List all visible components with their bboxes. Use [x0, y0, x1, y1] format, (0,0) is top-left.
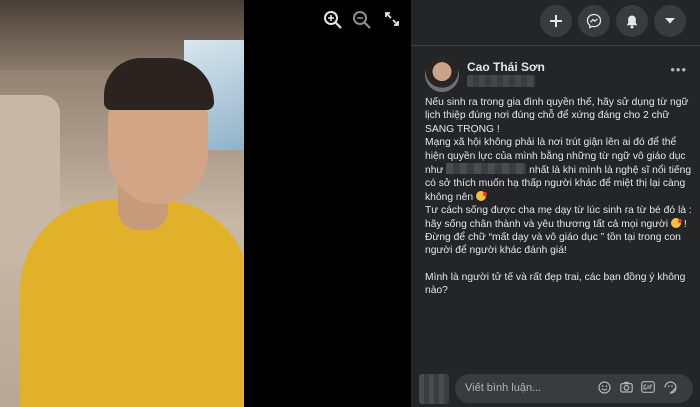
chevron-down-icon[interactable]	[654, 5, 686, 37]
sticker-icon[interactable]	[663, 381, 677, 395]
photo-viewer	[0, 0, 411, 407]
gif-icon[interactable]	[641, 381, 655, 395]
post-paragraph: Tư cách sống được cha mẹ dạy từ lúc sinh…	[425, 204, 693, 258]
emoji-icon	[475, 190, 487, 201]
avatar[interactable]	[425, 58, 459, 92]
top-bar	[411, 0, 700, 40]
post-paragraph: Mạng xã hội không phải là nơi trút giận …	[425, 136, 693, 204]
post-text: Nếu sinh ra trong gia đình quyền thế, hã…	[425, 96, 693, 298]
redacted-text	[446, 163, 527, 175]
post-photo[interactable]	[0, 0, 244, 407]
post-header: Cao Thái Sơn •••	[425, 58, 695, 94]
author-name[interactable]: Cao Thái Sơn	[467, 60, 545, 74]
emoji-icon[interactable]	[597, 381, 611, 395]
post-paragraph: Nếu sinh ra trong gia đình quyền thế, hã…	[425, 97, 689, 135]
commenter-avatar-redacted	[419, 374, 449, 404]
zoom-out-icon[interactable]	[351, 10, 373, 32]
post-panel: Cao Thái Sơn ••• Nếu sinh ra trong gia đ…	[411, 0, 700, 407]
messenger-icon[interactable]	[578, 5, 610, 37]
more-options-icon[interactable]: •••	[670, 62, 687, 77]
comment-bar: Viết bình luận...	[411, 372, 700, 407]
emoji-icon	[670, 217, 682, 228]
photo-shirt	[20, 200, 244, 407]
fullscreen-icon[interactable]	[381, 10, 403, 32]
notifications-icon[interactable]	[616, 5, 648, 37]
comment-placeholder: Viết bình luận...	[465, 382, 542, 394]
camera-icon[interactable]	[619, 381, 633, 395]
post-meta-redacted	[467, 75, 535, 87]
zoom-in-icon[interactable]	[322, 10, 344, 32]
post-text-segment: Tư cách sống được cha mẹ dạy từ lúc sinh…	[425, 205, 692, 230]
comment-input[interactable]: Viết bình luận...	[455, 374, 693, 403]
post-paragraph: Mình là người tử tế và rất đẹp trai, các…	[425, 271, 686, 297]
divider	[411, 45, 700, 46]
plus-icon[interactable]	[540, 5, 572, 37]
